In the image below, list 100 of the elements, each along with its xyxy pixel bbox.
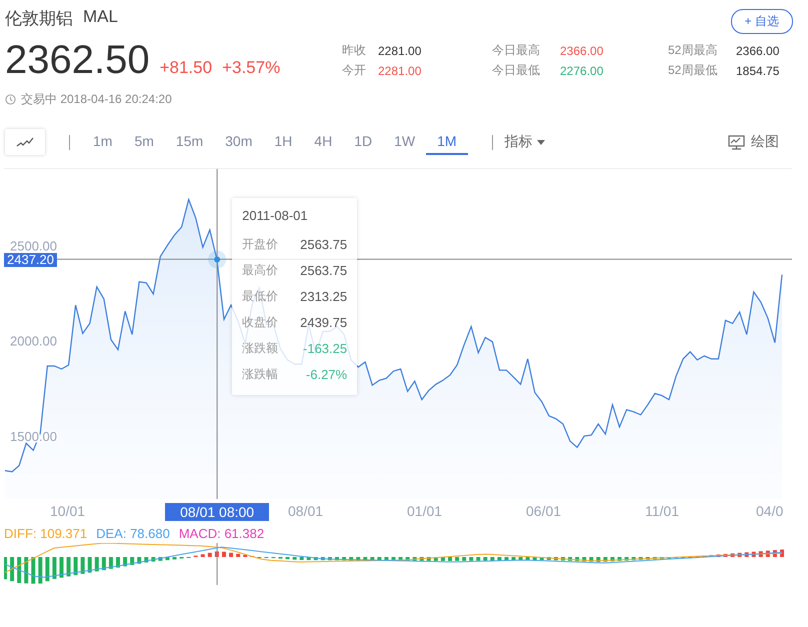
stat-label: 今日最高	[492, 42, 541, 59]
tooltip-value: -6.27%	[306, 366, 348, 382]
macd-bar	[349, 557, 354, 560]
macd-bar	[45, 557, 50, 582]
macd-legend-item: DIFF: 109.371	[4, 526, 88, 541]
macd-bar	[772, 550, 777, 557]
macd-bar	[406, 557, 410, 561]
period-tab[interactable]: 4H	[303, 130, 344, 154]
x-axis-label: 10/01	[50, 503, 86, 519]
macd-bar	[200, 554, 205, 557]
tooltip-label: 收盘价	[242, 314, 278, 330]
tooltip-value: 2563.75	[300, 236, 348, 252]
macd-bar	[412, 557, 417, 561]
macd-bar	[94, 557, 99, 572]
tooltip-value: -163.25	[303, 340, 348, 356]
macd-bar	[377, 557, 382, 561]
tooltip-value: 2439.75	[300, 314, 348, 330]
macd-bar	[426, 557, 431, 561]
macd-bar	[31, 557, 36, 584]
instrument-name: 伦敦期铝	[5, 8, 73, 30]
stat-label: 今日最低	[492, 62, 541, 79]
macd-bar	[575, 557, 580, 562]
macd-bar	[483, 557, 488, 561]
macd-bar	[752, 552, 756, 557]
macd-bar	[363, 557, 368, 560]
macd-bar	[10, 557, 14, 582]
tooltip-label: 最低价	[242, 288, 278, 304]
macd-bar	[286, 557, 290, 560]
macd-bar	[123, 557, 128, 566]
macd-bar	[320, 557, 325, 560]
macd-bar	[88, 557, 92, 573]
macd-bar	[384, 557, 388, 561]
macd-bar	[638, 557, 643, 560]
x-axis-label: 08/01	[288, 503, 324, 519]
macd-bar	[158, 557, 162, 561]
macd-legend-item: DEA: 78.680	[96, 526, 170, 541]
tooltip-label: 最高价	[242, 262, 278, 278]
period-tab[interactable]: 1M	[426, 130, 468, 154]
trading-status: 交易中 2018-04-16 20:24:20	[21, 91, 172, 108]
period-tab[interactable]: 1H	[263, 130, 304, 154]
macd-bar	[342, 557, 346, 560]
last-price: 2362.50	[5, 38, 150, 83]
chart-board-icon	[728, 134, 745, 150]
tooltip-label: 开盘价	[242, 236, 278, 252]
macd-bar	[236, 554, 240, 557]
macd-bar	[74, 557, 78, 576]
add-watchlist-button[interactable]: + 自选	[730, 9, 793, 34]
macd-bar	[229, 552, 234, 557]
macd-bar	[582, 557, 586, 562]
macd-bar	[208, 552, 212, 557]
macd-bar	[512, 557, 516, 560]
price-change-percent: +3.57%	[222, 58, 280, 78]
macd-bar	[532, 557, 537, 560]
line-chart-icon	[16, 137, 34, 147]
macd-bar	[434, 557, 438, 561]
macd-bar	[448, 557, 452, 561]
macd-bar	[165, 557, 170, 560]
macd-bar	[618, 557, 622, 561]
period-tab[interactable]: 5m	[123, 130, 165, 154]
stat-value: 2366.00	[560, 44, 604, 58]
crosshair-price-label: 2437.20	[4, 253, 57, 268]
macd-bar	[370, 557, 374, 560]
macd-bar	[596, 557, 600, 562]
draw-button[interactable]: 绘图	[722, 132, 785, 152]
crosshair-time-label: 08/01 08:00	[165, 503, 270, 521]
macd-bar	[540, 557, 544, 560]
caret-icon	[536, 140, 545, 144]
y-axis-label: 2000.00	[10, 334, 57, 349]
macd-bar	[24, 557, 28, 584]
stat-label: 52周最高	[668, 42, 718, 59]
stat-value: 2281.00	[378, 64, 422, 78]
stat-value: 2366.00	[736, 44, 780, 58]
macd-bar	[52, 557, 56, 579]
macd-bar	[102, 557, 106, 570]
macd-bar	[80, 557, 85, 574]
period-tab[interactable]: 1W	[383, 130, 426, 154]
macd-bar	[652, 557, 657, 560]
indicator-menu[interactable]: 指标	[498, 132, 551, 152]
tooltip-value: 2313.25	[300, 288, 348, 304]
macd-bar	[60, 557, 64, 578]
macd-bar	[314, 557, 318, 560]
macd-bar	[243, 554, 248, 557]
macd-bar	[420, 557, 424, 561]
period-tab[interactable]: 15m	[164, 130, 214, 154]
x-axis-label: 01/01	[407, 503, 442, 519]
macd-bar	[730, 553, 735, 557]
macd-bar	[716, 554, 720, 557]
period-tab[interactable]: 1m	[82, 130, 124, 154]
macd-bar	[328, 557, 332, 560]
stat-label: 今开	[342, 62, 366, 79]
macd-bar	[744, 552, 749, 557]
macd-bar	[738, 552, 742, 557]
stat-value: 2281.00	[378, 44, 422, 58]
macd-bar	[469, 557, 474, 561]
x-axis-label: 11/01	[645, 503, 679, 519]
macd-bar	[335, 557, 339, 560]
macd-bar	[632, 557, 636, 560]
period-tab[interactable]: 1D	[343, 130, 384, 154]
period-tab[interactable]: 30m	[214, 130, 264, 154]
chart-type-button[interactable]	[5, 129, 45, 155]
